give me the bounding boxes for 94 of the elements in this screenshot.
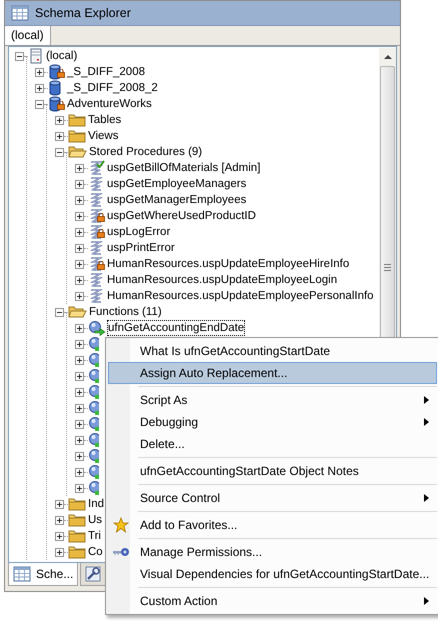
expand-toggle[interactable] bbox=[75, 164, 84, 172]
expand-toggle[interactable] bbox=[75, 340, 84, 348]
expand-toggle[interactable] bbox=[75, 484, 84, 492]
folder-icon bbox=[68, 128, 86, 144]
expand-toggle[interactable] bbox=[75, 324, 84, 332]
tree-item[interactable]: HumanResources.uspUpdateEmployeePersonalInfo bbox=[106, 288, 375, 304]
expand-toggle[interactable] bbox=[75, 260, 84, 268]
expand-toggle[interactable] bbox=[55, 532, 64, 540]
expand-toggle[interactable] bbox=[75, 404, 84, 412]
expand-toggle[interactable] bbox=[75, 292, 84, 300]
expand-toggle[interactable] bbox=[75, 180, 84, 188]
expand-toggle[interactable] bbox=[75, 452, 84, 460]
tree-item[interactable]: (local) bbox=[45, 48, 78, 64]
tree-item[interactable]: Stored Procedures (9) bbox=[88, 144, 204, 160]
expand-toggle[interactable] bbox=[75, 420, 84, 428]
expand-toggle[interactable] bbox=[75, 276, 84, 284]
menu-item[interactable]: Manage Permissions... bbox=[108, 541, 437, 563]
panel-tab[interactable]: Sche... bbox=[8, 563, 78, 586]
grid-icon bbox=[11, 5, 29, 21]
wrench-icon bbox=[85, 566, 102, 582]
open-folder-icon bbox=[68, 304, 87, 320]
expand-toggle[interactable] bbox=[35, 84, 44, 92]
globe-icon bbox=[88, 400, 99, 416]
menu-item[interactable]: Script As bbox=[108, 389, 437, 411]
globe-icon bbox=[88, 336, 99, 352]
menu-item[interactable]: Debugging bbox=[108, 411, 437, 433]
open-folder-icon bbox=[68, 144, 87, 160]
menu-item[interactable]: What Is ufnGetAccountingStartDate bbox=[108, 340, 437, 362]
expand-toggle[interactable] bbox=[55, 500, 64, 508]
folder-icon bbox=[68, 544, 86, 560]
globe-icon bbox=[88, 352, 99, 368]
collapse-toggle[interactable] bbox=[55, 148, 64, 156]
key-icon bbox=[112, 547, 130, 557]
globe-icon bbox=[88, 432, 99, 448]
folder-icon bbox=[68, 496, 86, 512]
tree-item[interactable]: _S_DIFF_2008 bbox=[66, 64, 146, 80]
grid-icon bbox=[13, 566, 31, 582]
folder-icon bbox=[68, 112, 86, 128]
tab[interactable]: (local) bbox=[5, 26, 51, 45]
tree-item[interactable]: HumanResources.uspUpdateEmployeeHireInfo bbox=[106, 256, 350, 272]
expand-toggle[interactable] bbox=[75, 212, 84, 220]
menu-item[interactable]: ufnGetAccountingStartDate Object Notes bbox=[108, 460, 437, 482]
collapse-toggle[interactable] bbox=[15, 52, 24, 60]
expand-toggle[interactable] bbox=[75, 244, 84, 252]
expand-toggle[interactable] bbox=[55, 516, 64, 524]
expand-toggle[interactable] bbox=[75, 388, 84, 396]
tree-item[interactable]: uspGetManagerEmployees bbox=[106, 192, 248, 208]
expand-toggle[interactable] bbox=[75, 372, 84, 380]
folder-icon bbox=[68, 512, 86, 528]
menu-item[interactable]: Visual Dependencies for ufnGetAccountingStartDate... bbox=[108, 563, 437, 585]
tree-item[interactable]: HumanResources.uspUpdateEmployeeLogin bbox=[106, 272, 338, 288]
expand-toggle[interactable] bbox=[35, 68, 44, 76]
tree-item[interactable]: Functions (11) bbox=[88, 304, 163, 320]
tree-item[interactable]: Us bbox=[87, 512, 104, 528]
tree-item[interactable]: uspPrintError bbox=[106, 240, 176, 256]
globe-icon bbox=[88, 384, 99, 400]
folder-icon bbox=[68, 528, 86, 544]
expand-toggle[interactable] bbox=[75, 436, 84, 444]
tree-item[interactable]: uspLogError bbox=[106, 224, 172, 240]
tree-item[interactable]: Ind bbox=[87, 496, 105, 512]
tree-item[interactable]: AdventureWorks bbox=[66, 96, 153, 112]
collapse-toggle[interactable] bbox=[35, 100, 44, 108]
expand-toggle[interactable] bbox=[75, 468, 84, 476]
tree-item[interactable]: uspGetEmployeeManagers bbox=[106, 176, 248, 192]
tree-item[interactable]: Tri bbox=[87, 528, 102, 544]
tree-item[interactable]: Views bbox=[87, 128, 120, 144]
globe-icon bbox=[88, 464, 99, 480]
expand-toggle[interactable] bbox=[75, 228, 84, 236]
tree-item[interactable]: Tables bbox=[87, 112, 122, 128]
star-icon bbox=[113, 517, 129, 533]
collapse-toggle[interactable] bbox=[55, 308, 64, 316]
menu-item[interactable]: Custom Action bbox=[108, 590, 437, 612]
expand-toggle[interactable] bbox=[75, 356, 84, 364]
tree-item[interactable]: uspGetWhereUsedProductID bbox=[106, 208, 257, 224]
expand-toggle[interactable] bbox=[75, 196, 84, 204]
expand-toggle[interactable] bbox=[55, 132, 64, 140]
function-arrow-icon bbox=[88, 320, 106, 336]
server-icon bbox=[28, 48, 44, 64]
tree-item[interactable]: Co bbox=[87, 544, 104, 560]
expand-toggle[interactable] bbox=[55, 548, 64, 556]
window-title: Schema Explorer bbox=[35, 6, 131, 20]
tree-item[interactable]: uspGetBillOfMaterials [Admin] bbox=[106, 160, 262, 176]
globe-icon bbox=[88, 416, 99, 432]
menu-item[interactable]: Add to Favorites... bbox=[108, 514, 437, 536]
menu-item[interactable]: Source Control bbox=[108, 487, 437, 509]
tree-item[interactable]: _S_DIFF_2008_2 bbox=[66, 80, 159, 96]
tree-item[interactable]: ufnGetAccountingEndDate bbox=[107, 320, 246, 336]
globe-icon bbox=[88, 448, 99, 464]
expand-toggle[interactable] bbox=[55, 116, 64, 124]
globe-icon bbox=[88, 480, 99, 496]
globe-icon bbox=[88, 368, 99, 384]
menu-item[interactable]: Delete... bbox=[108, 433, 437, 455]
menu-item[interactable]: Assign Auto Replacement... bbox=[108, 362, 437, 384]
panel-tab[interactable] bbox=[80, 563, 106, 586]
